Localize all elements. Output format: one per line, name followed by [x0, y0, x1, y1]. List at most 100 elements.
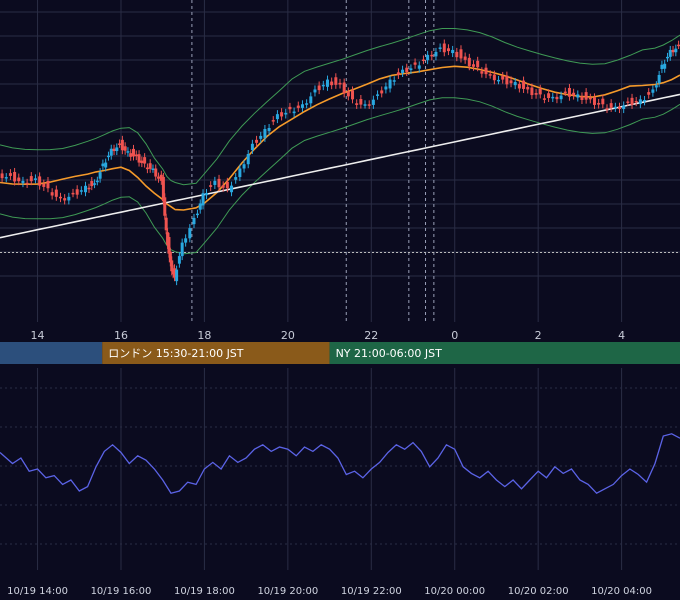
candle-body — [654, 85, 658, 88]
candle-body — [288, 106, 292, 110]
candle-body — [120, 139, 124, 151]
candle-body — [526, 86, 530, 90]
time-axis-label: 10/20 00:00 — [424, 586, 485, 597]
candle-body — [497, 79, 501, 82]
candle-body — [584, 92, 588, 100]
price-x-tick-label: 20 — [281, 329, 295, 342]
candle-body — [455, 51, 459, 58]
candle-body — [522, 80, 526, 89]
candle-body — [622, 105, 626, 110]
candle-body — [115, 147, 119, 152]
candle-body — [238, 168, 242, 178]
candle-body — [401, 69, 405, 73]
candle-body — [446, 48, 450, 52]
candle-body — [488, 74, 492, 76]
candle-body — [42, 183, 46, 187]
session-label: NY 21:00-06:00 JST — [336, 347, 443, 360]
candle-body — [71, 192, 75, 195]
candle-body — [33, 178, 37, 180]
candle-body — [363, 104, 367, 106]
candle-body — [225, 181, 229, 189]
candle-body — [79, 190, 83, 192]
candle-body — [217, 178, 221, 188]
candle-body — [542, 98, 546, 100]
candle-body — [538, 88, 542, 95]
candle-body — [576, 94, 580, 98]
candle-body — [563, 91, 567, 94]
candle-body — [38, 176, 42, 186]
candle-body — [534, 93, 538, 95]
candle-body — [651, 89, 655, 93]
price-x-tick-label: 18 — [197, 329, 211, 342]
session-block-0 — [0, 342, 103, 364]
candle-body — [75, 189, 79, 195]
candle-body — [426, 54, 430, 61]
bollinger-upper-band — [0, 28, 680, 186]
candle-body — [317, 85, 321, 91]
candle-body — [145, 167, 149, 170]
candle-body — [154, 168, 158, 177]
candle-body — [409, 68, 413, 71]
candle-body — [630, 97, 634, 105]
candle-body — [126, 151, 130, 153]
time-axis-label: 10/19 22:00 — [341, 586, 402, 597]
candle-body — [95, 180, 99, 183]
candle-body — [292, 111, 296, 114]
candle-body — [242, 164, 246, 169]
candle-body — [451, 49, 455, 54]
candle-body — [201, 193, 205, 206]
candle-body — [90, 181, 94, 187]
candle-body — [674, 48, 678, 53]
candle-body — [334, 77, 338, 85]
candle-body — [151, 168, 155, 170]
candle-body — [547, 93, 551, 99]
candle-body — [175, 269, 179, 282]
candle-body — [195, 213, 199, 216]
candle-body — [250, 143, 254, 151]
candle-body — [671, 49, 675, 53]
candle-body — [421, 59, 425, 61]
candle-body — [355, 103, 359, 105]
candle-body — [101, 163, 105, 167]
trading-chart: 14 16 18 20 22 0 2 4 ロンドン 15:30-21:00 JST NY 21:0… — [0, 0, 680, 600]
candle-body — [148, 163, 152, 169]
candle-body — [8, 173, 12, 176]
candle-body — [93, 183, 97, 185]
candle-body — [505, 75, 509, 85]
time-axis-label: 10/20 02:00 — [508, 586, 569, 597]
candle-body — [17, 177, 21, 182]
candle-body — [376, 94, 380, 96]
price-x-tick-label: 4 — [618, 329, 625, 342]
candle-body — [471, 64, 475, 67]
candle-body — [580, 96, 584, 100]
candle-body — [313, 89, 317, 93]
candle-body — [342, 82, 346, 94]
candle-body — [588, 97, 592, 100]
candle-body — [609, 103, 613, 108]
candle-body — [572, 92, 576, 96]
price-x-tick-label: 2 — [535, 329, 542, 342]
candle-body — [321, 84, 325, 87]
candle-body — [480, 71, 484, 74]
candle-body — [530, 87, 534, 96]
candle-body — [137, 154, 141, 163]
candle-body — [180, 242, 184, 257]
candle-body — [613, 106, 617, 109]
time-axis-label: 10/20 04:00 — [591, 586, 652, 597]
candle-body — [263, 128, 267, 138]
candle-body — [442, 43, 446, 53]
candle-body — [660, 64, 664, 70]
candle-body — [463, 56, 467, 60]
candle-body — [177, 256, 181, 264]
candle-body — [134, 154, 138, 157]
oscillator-line — [0, 433, 680, 495]
candle-body — [367, 104, 371, 106]
candle-body — [459, 49, 463, 59]
candle-body — [638, 99, 642, 105]
candle-body — [551, 96, 555, 99]
candle-body — [388, 79, 392, 89]
candle-body — [371, 99, 375, 105]
candle-body — [255, 139, 259, 143]
candle-body — [626, 101, 630, 103]
candle-body — [605, 108, 609, 110]
